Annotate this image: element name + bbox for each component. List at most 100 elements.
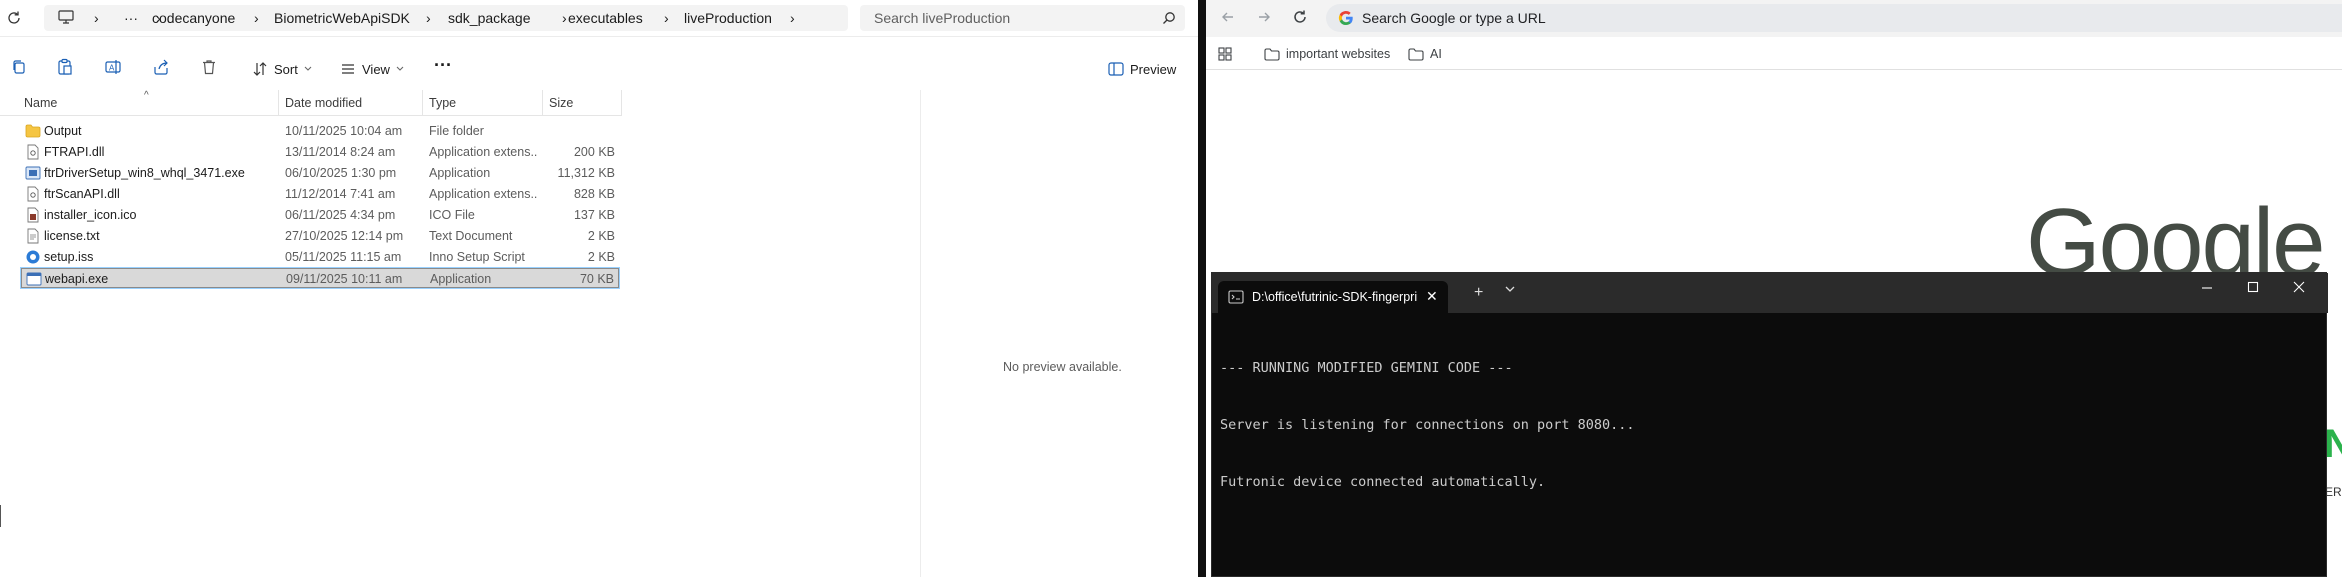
bookmarks-bar: important websites AI bbox=[1206, 40, 2342, 70]
paste-icon[interactable] bbox=[56, 58, 76, 78]
sort-button[interactable]: Sort bbox=[252, 58, 312, 80]
exe-file-icon bbox=[26, 271, 42, 287]
refresh-button[interactable] bbox=[6, 10, 24, 28]
breadcrumb-item-liveproduction[interactable]: liveProduction bbox=[684, 10, 772, 26]
column-divider[interactable] bbox=[542, 90, 543, 116]
chevron-down-icon bbox=[1505, 286, 1515, 292]
tab-dropdown-button[interactable] bbox=[1505, 285, 1515, 293]
delete-icon[interactable] bbox=[200, 58, 220, 78]
breadcrumb-item-executables[interactable]: executables bbox=[568, 10, 643, 26]
close-tab-icon[interactable]: ✕ bbox=[1426, 288, 1438, 305]
file-size: 11,312 KB bbox=[557, 166, 615, 180]
terminal-tab-title: D:\office\futrinic-SDK-fingerprint bbox=[1252, 290, 1418, 304]
file-date-modified: 27/10/2025 12:14 pm bbox=[285, 229, 404, 243]
minimize-icon bbox=[2202, 287, 2212, 289]
terminal-tab[interactable]: D:\office\futrinic-SDK-fingerprint ✕ bbox=[1218, 281, 1448, 313]
see-more-button[interactable]: ··· bbox=[434, 55, 454, 75]
file-list-area: Name ^ Date modified Type Size Output 10/… bbox=[0, 90, 1198, 577]
breadcrumb-separator: › bbox=[426, 10, 431, 26]
minimize-button[interactable] bbox=[2201, 281, 2221, 301]
browser-toolbar: Search Google or type a URL bbox=[1206, 0, 2342, 37]
back-button[interactable] bbox=[1220, 9, 1240, 29]
view-icon bbox=[342, 64, 354, 74]
preview-pane-icon bbox=[1108, 62, 1124, 76]
reload-icon bbox=[1294, 10, 1306, 23]
terminal-output[interactable]: --- RUNNING MODIFIED GEMINI CODE --- Ser… bbox=[1220, 321, 2320, 530]
breadcrumb-separator: › bbox=[254, 10, 259, 26]
bookmark-folder-important-websites[interactable]: important websites bbox=[1264, 47, 1390, 61]
file-row[interactable]: setup.iss 05/11/2025 11:15 am Inno Setup S… bbox=[21, 247, 619, 267]
preview-pane-button[interactable]: Preview bbox=[1108, 58, 1176, 80]
breadcrumb-separator: › bbox=[94, 10, 99, 26]
file-size: 828 KB bbox=[573, 187, 615, 201]
file-row[interactable]: license.txt 27/10/2025 12:14 pm Text Docum… bbox=[21, 226, 619, 246]
folder-icon bbox=[1408, 47, 1424, 61]
file-row[interactable]: webapi.exe 09/11/2025 10:11 am Application… bbox=[20, 267, 620, 289]
breadcrumb-more[interactable]: ··· bbox=[124, 10, 138, 26]
copy-icon[interactable] bbox=[10, 58, 30, 78]
rename-icon[interactable]: A bbox=[104, 58, 124, 78]
no-preview-message: No preview available. bbox=[1003, 360, 1122, 374]
text-file-icon bbox=[25, 228, 41, 244]
file-type: Application bbox=[429, 166, 491, 180]
maximize-icon bbox=[2247, 281, 2259, 293]
search-icon[interactable] bbox=[1162, 11, 1176, 25]
column-divider[interactable] bbox=[278, 90, 279, 116]
file-row[interactable]: ftrScanAPI.dll 11/12/2014 7:41 am Applicat… bbox=[21, 184, 619, 204]
pane-edge-marker bbox=[0, 505, 1, 527]
file-row[interactable]: Output 10/11/2025 10:04 am File folder bbox=[21, 121, 619, 141]
terminal-line: Futronic device connected automatically. bbox=[1220, 474, 1546, 490]
file-size: 70 KB bbox=[579, 272, 614, 286]
apps-grid-icon[interactable] bbox=[1218, 47, 1232, 61]
file-row[interactable]: installer_icon.ico 06/11/2025 4:34 pm ICO … bbox=[21, 205, 619, 225]
file-type: Text Document bbox=[429, 229, 513, 243]
file-type: Application extens... bbox=[429, 145, 537, 159]
file-type: File folder bbox=[429, 124, 484, 138]
search-input[interactable] bbox=[872, 8, 1152, 28]
close-window-button[interactable] bbox=[2293, 281, 2313, 301]
view-button[interactable]: View bbox=[340, 58, 404, 80]
column-header-date[interactable]: Date modified bbox=[285, 96, 362, 110]
share-icon[interactable] bbox=[152, 58, 172, 78]
column-header-size[interactable]: Size bbox=[549, 96, 573, 110]
file-type: Application bbox=[430, 272, 492, 286]
reload-button[interactable] bbox=[1292, 9, 1312, 29]
column-divider[interactable] bbox=[422, 90, 423, 116]
sort-ascending-icon: ^ bbox=[144, 90, 149, 101]
search-box[interactable] bbox=[860, 5, 1185, 31]
google-g-icon bbox=[1338, 10, 1354, 26]
terminal-window: D:\office\futrinic-SDK-fingerprint ✕ + -… bbox=[1211, 272, 2328, 577]
file-date-modified: 11/12/2014 7:41 am bbox=[285, 187, 396, 201]
file-name: webapi.exe bbox=[45, 272, 109, 286]
breadcrumb-item-sdk-package[interactable]: sdk_package bbox=[448, 10, 531, 26]
this-pc-icon[interactable] bbox=[58, 10, 74, 25]
chevron-down-icon bbox=[396, 66, 404, 71]
back-arrow-icon bbox=[1222, 12, 1233, 22]
breadcrumb-expand-chevron[interactable]: › bbox=[790, 10, 795, 26]
file-name: installer_icon.ico bbox=[44, 208, 137, 222]
command-bar: A Sort View ··· Preview bbox=[0, 53, 1198, 83]
file-name: FTRAPI.dll bbox=[44, 145, 105, 159]
new-tab-button[interactable]: + bbox=[1474, 284, 1483, 302]
maximize-button[interactable] bbox=[2247, 281, 2267, 301]
file-type: ICO File bbox=[429, 208, 475, 222]
breadcrumb[interactable]: › ··· › codecanyone › BiometricWebApiSDK… bbox=[44, 5, 848, 31]
partial-erp-text: ERP bbox=[2325, 485, 2342, 499]
dll-file-icon bbox=[25, 186, 41, 202]
file-date-modified: 09/11/2025 10:11 am bbox=[286, 272, 403, 286]
column-divider[interactable] bbox=[621, 90, 622, 116]
terminal-titlebar[interactable]: D:\office\futrinic-SDK-fingerprint ✕ + bbox=[1212, 273, 2328, 313]
breadcrumb-item-biometricwebapisdk[interactable]: BiometricWebApiSDK bbox=[274, 10, 410, 26]
forward-button[interactable] bbox=[1256, 9, 1276, 29]
column-header-type[interactable]: Type bbox=[429, 96, 456, 110]
sort-label: Sort bbox=[274, 61, 298, 77]
preview-label: Preview bbox=[1130, 61, 1177, 77]
file-row[interactable]: ftrDriverSetup_win8_whql_3471.exe 06/10/2… bbox=[21, 163, 619, 183]
omnibox-placeholder[interactable]: Search Google or type a URL bbox=[1362, 10, 1546, 26]
breadcrumb-item-codecanyone[interactable]: codecanyone bbox=[152, 10, 235, 26]
file-row[interactable]: FTRAPI.dll 13/11/2014 8:24 am Application … bbox=[21, 142, 619, 162]
bookmark-folder-ai[interactable]: AI bbox=[1408, 47, 1442, 61]
preview-pane-divider[interactable] bbox=[920, 90, 921, 577]
view-label: View bbox=[362, 61, 390, 77]
column-header-name[interactable]: Name bbox=[24, 96, 57, 110]
